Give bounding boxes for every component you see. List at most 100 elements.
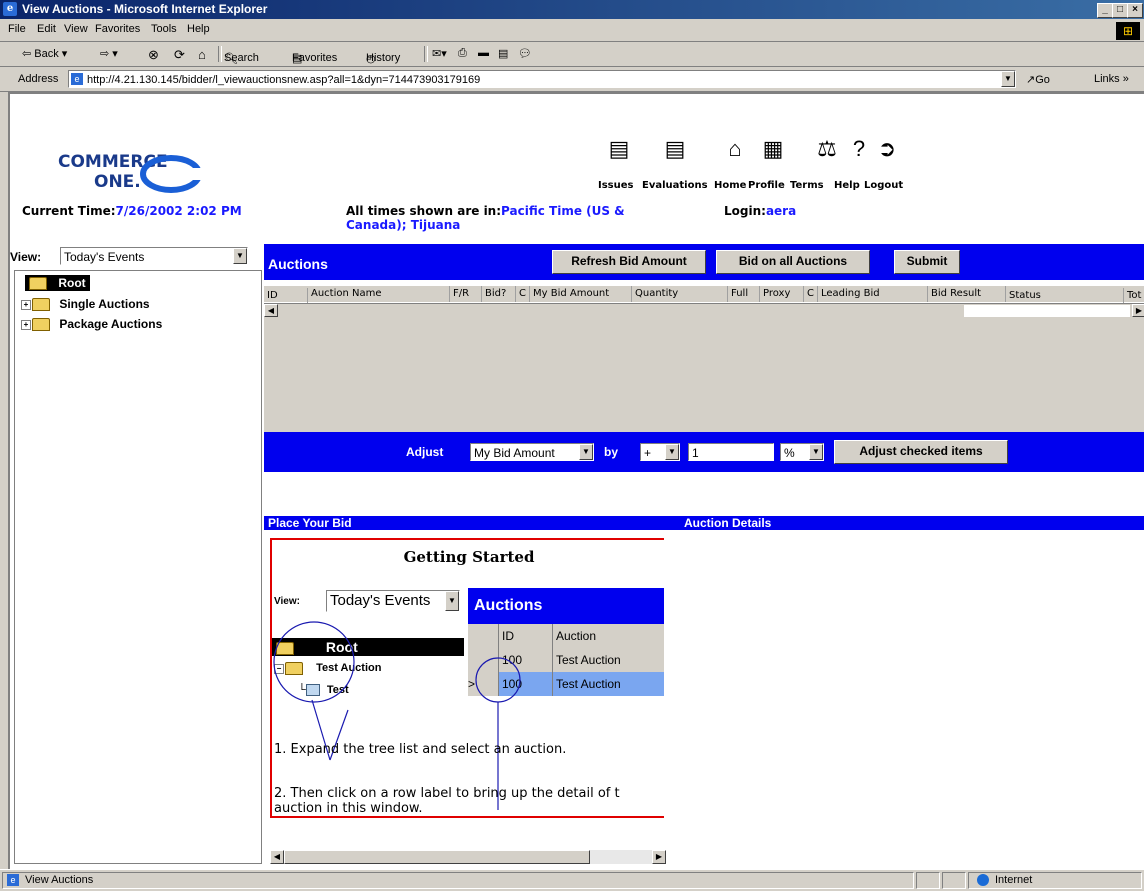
column-header[interactable]: Bid Result bbox=[928, 286, 1006, 302]
tree-item-package-auctions[interactable]: + Package Auctions bbox=[21, 317, 162, 332]
column-header[interactable]: Status bbox=[1006, 288, 1124, 304]
place-bid-scrollbar[interactable]: ◀ ▶ bbox=[270, 850, 666, 864]
mail-icon[interactable]: ✉▾ bbox=[432, 47, 447, 60]
refresh-bid-amount-button[interactable]: Refresh Bid Amount bbox=[552, 250, 706, 274]
menu-edit[interactable]: Edit bbox=[37, 23, 56, 35]
close-button[interactable]: × bbox=[1127, 3, 1143, 18]
address-dropdown-icon[interactable]: ▼ bbox=[1001, 71, 1015, 87]
menu-view[interactable]: View bbox=[64, 23, 88, 35]
menu-help[interactable]: Help bbox=[187, 23, 210, 35]
auction-tree: Root + Single Auctions + Package Auction… bbox=[14, 270, 262, 864]
adjust-checked-items-button[interactable]: Adjust checked items bbox=[834, 440, 1008, 464]
column-header[interactable]: ID bbox=[264, 288, 308, 304]
column-header[interactable]: Proxy bbox=[760, 286, 804, 302]
scroll-thumb[interactable] bbox=[284, 850, 590, 864]
scroll-left-icon[interactable]: ◀ bbox=[264, 304, 278, 317]
timezone-info: All times shown are in:Pacific Time (US … bbox=[346, 204, 625, 232]
scroll-right-icon[interactable]: ▶ bbox=[1132, 304, 1144, 317]
getting-started-panel: Getting Started View: Today's Events ▼ Au… bbox=[270, 538, 664, 818]
section-headers: Place Your Bid Auction Details bbox=[264, 516, 1144, 530]
chevron-down-icon: ▼ bbox=[809, 444, 823, 460]
menu-bar: File Edit View Favorites Tools Help bbox=[0, 19, 1144, 42]
view-select[interactable]: Today's Events ▼ bbox=[60, 247, 248, 265]
ie-logo-icon: e bbox=[3, 2, 17, 16]
back-button[interactable]: ⇦ Back ▾ bbox=[22, 47, 67, 60]
column-header[interactable]: Quantity bbox=[632, 286, 728, 302]
issues-link[interactable]: Issues bbox=[598, 180, 633, 191]
bid-all-auctions-button[interactable]: Bid on all Auctions bbox=[716, 250, 870, 274]
help-icon[interactable]: ? bbox=[844, 134, 874, 164]
auction-details-title: Auction Details bbox=[684, 516, 772, 530]
terms-icon[interactable]: ⚖ bbox=[812, 134, 842, 164]
logout-link[interactable]: Logout bbox=[864, 180, 903, 191]
auctions-grid-body bbox=[264, 318, 1144, 432]
scroll-left-icon[interactable]: ◀ bbox=[270, 850, 284, 864]
tree-item-single-auctions[interactable]: + Single Auctions bbox=[21, 297, 150, 312]
evaluations-link[interactable]: Evaluations bbox=[642, 180, 708, 191]
status-bar: e View Auctions Internet bbox=[0, 869, 1144, 891]
address-label: Address bbox=[18, 73, 59, 85]
menu-file[interactable]: File bbox=[8, 23, 26, 35]
column-header[interactable]: Full bbox=[728, 286, 760, 302]
column-header[interactable]: My Bid Amount bbox=[530, 286, 632, 302]
scroll-right-icon[interactable]: ▶ bbox=[652, 850, 666, 864]
auctions-column-headers: ID Auction Name F/R Bid? C My Bid Amount… bbox=[264, 286, 1144, 304]
messenger-icon[interactable]: 💬︎ bbox=[518, 47, 532, 60]
column-header[interactable]: Bid? bbox=[482, 286, 516, 302]
login-info: Login:aera bbox=[724, 204, 797, 218]
status-panel bbox=[916, 872, 940, 889]
tree-root[interactable]: Root bbox=[25, 275, 90, 291]
print-icon[interactable]: ⎙ bbox=[458, 47, 467, 60]
terms-link[interactable]: Terms bbox=[790, 180, 824, 191]
window-title: View Auctions - Microsoft Internet Explo… bbox=[22, 2, 268, 16]
column-header[interactable]: C bbox=[804, 286, 818, 302]
home-link[interactable]: Home bbox=[714, 180, 746, 191]
place-your-bid-title: Place Your Bid bbox=[268, 516, 352, 530]
page-content: COMMERCE ONE. Current Time:7/26/2002 2:0… bbox=[8, 92, 1144, 869]
profile-link[interactable]: Profile bbox=[748, 180, 785, 191]
minimize-button[interactable]: _ bbox=[1097, 3, 1113, 18]
scroll-thumb[interactable] bbox=[964, 305, 1130, 317]
home-icon[interactable]: ⌂ bbox=[720, 134, 750, 164]
help-link[interactable]: Help bbox=[834, 180, 860, 191]
adjust-field-select[interactable]: My Bid Amount ▼ bbox=[470, 443, 594, 461]
column-header[interactable]: C bbox=[516, 286, 530, 302]
address-input[interactable]: e http://4.21.130.145/bidder/l_viewaucti… bbox=[68, 70, 1016, 88]
status-panel bbox=[942, 872, 966, 889]
maximize-button[interactable]: □ bbox=[1112, 3, 1128, 18]
links-button[interactable]: Links » bbox=[1094, 73, 1129, 85]
stop-icon[interactable]: ⊗ bbox=[148, 47, 159, 63]
profile-icon[interactable]: ▦ bbox=[758, 134, 788, 164]
expand-icon[interactable]: + bbox=[21, 299, 31, 310]
folder-icon bbox=[32, 318, 50, 332]
adjust-sign-select[interactable]: + ▼ bbox=[640, 443, 680, 461]
column-header[interactable]: Auction Name bbox=[308, 286, 450, 302]
evaluations-icon[interactable]: ▤ bbox=[660, 134, 690, 164]
expand-icon[interactable]: + bbox=[21, 319, 31, 330]
home-browser-icon[interactable]: ⌂ bbox=[198, 47, 206, 62]
adjust-unit-select[interactable]: % ▼ bbox=[780, 443, 824, 461]
browser-toolbar: ⇦ Back ▾ ⇨ ▾ ⊗ ⟳ ⌂ 🔍︎ Search ▤ Favorites… bbox=[0, 42, 1144, 67]
window-title-bar[interactable]: e View Auctions - Microsoft Internet Exp… bbox=[0, 0, 1144, 19]
issues-icon[interactable]: ▤ bbox=[604, 134, 634, 164]
refresh-icon[interactable]: ⟳ bbox=[174, 47, 185, 63]
submit-button[interactable]: Submit bbox=[894, 250, 960, 274]
step-1-text: 1. Expand the tree list and select an au… bbox=[274, 742, 567, 757]
logout-icon[interactable]: ➲ bbox=[872, 134, 902, 164]
step-2-text: 2. Then click on a row label to bring up… bbox=[274, 786, 620, 801]
menu-tools[interactable]: Tools bbox=[151, 23, 177, 35]
tree-callout-circle bbox=[273, 621, 355, 703]
column-header[interactable]: Leading Bid bbox=[818, 286, 928, 302]
column-header[interactable]: F/R bbox=[450, 286, 482, 302]
auctions-scrollbar[interactable]: ◀ ▶ bbox=[264, 303, 1144, 318]
globe-icon bbox=[977, 874, 989, 886]
windows-logo-icon: ⊞ bbox=[1116, 22, 1140, 40]
page-icon: e bbox=[7, 874, 19, 886]
column-header[interactable]: Tot bbox=[1124, 288, 1144, 304]
adjust-amount-input[interactable]: 1 bbox=[688, 443, 774, 461]
edit-icon[interactable]: ▬ bbox=[478, 47, 489, 59]
menu-favorites[interactable]: Favorites bbox=[95, 23, 140, 35]
go-button[interactable]: ↗Go bbox=[1026, 73, 1050, 86]
forward-button[interactable]: ⇨ ▾ bbox=[100, 47, 118, 60]
discuss-icon[interactable]: ▤ bbox=[498, 47, 508, 60]
